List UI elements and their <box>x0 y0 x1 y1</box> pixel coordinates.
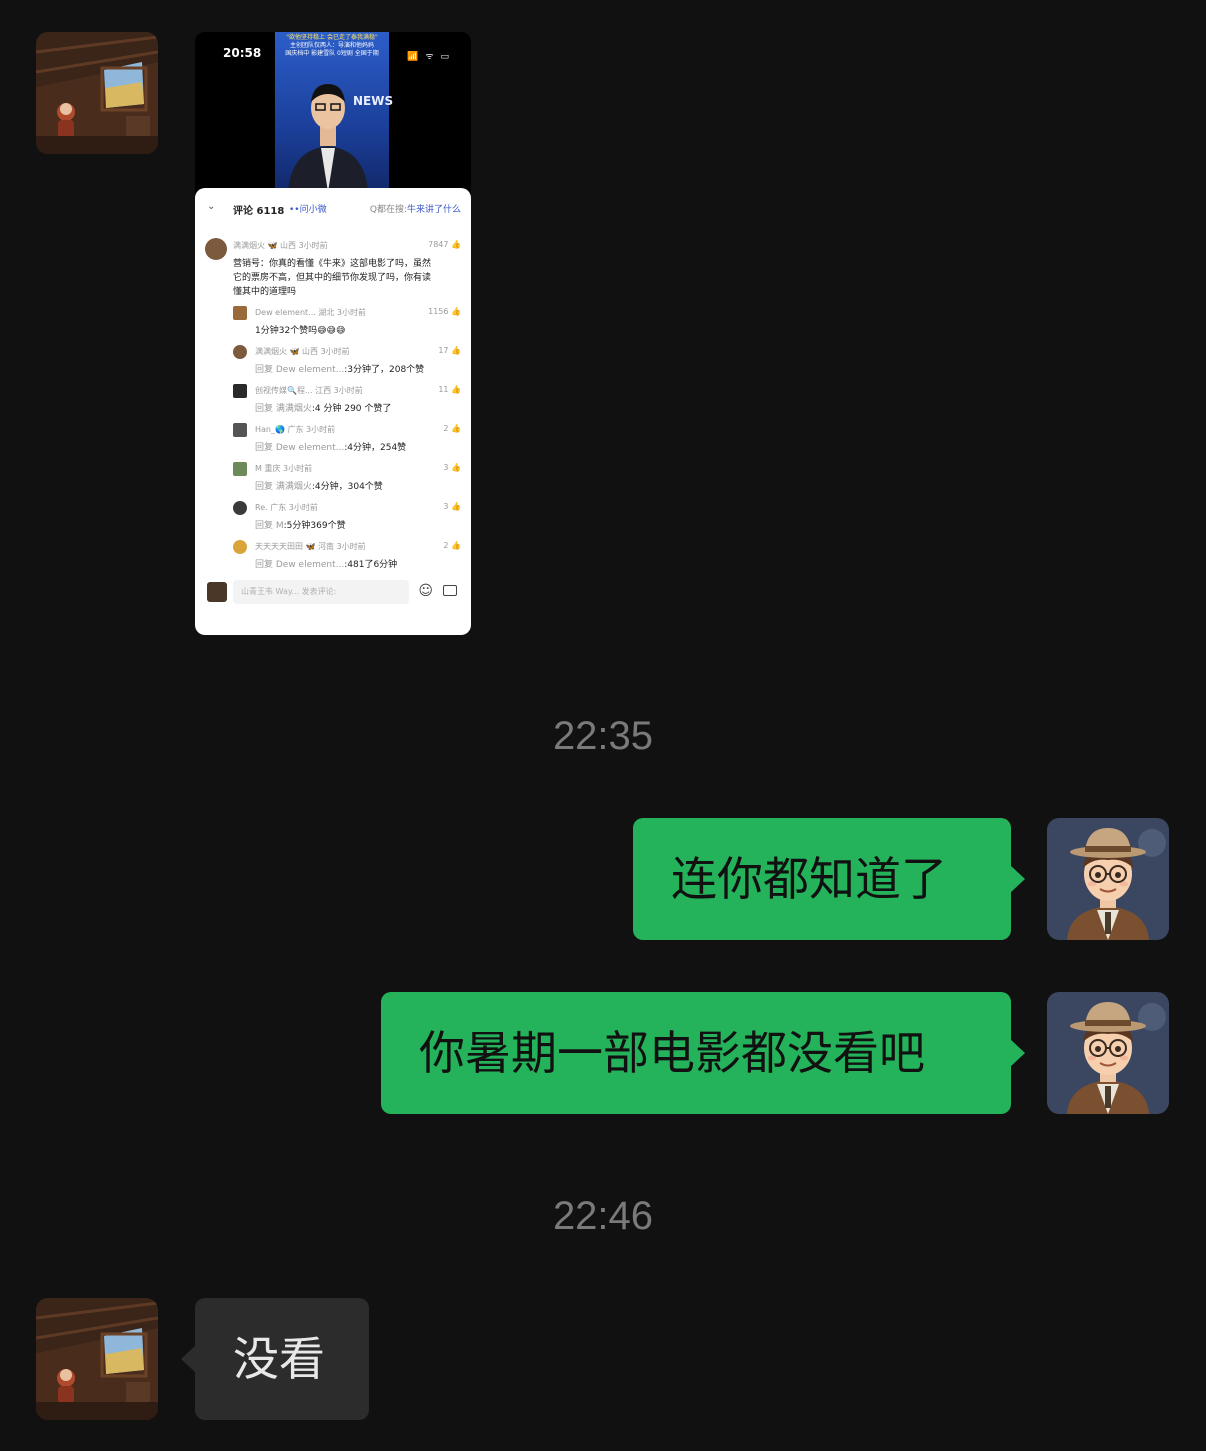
replier-avatar[interactable] <box>233 462 247 476</box>
reply-text: 回复 Dew element...:4分钟，254赞 <box>255 440 406 453</box>
commenter-avatar[interactable] <box>205 238 227 260</box>
reply-body: 1分钟32个赞吗😅😅😅 <box>255 326 346 336</box>
reply-likes[interactable]: 17 👍 <box>438 346 461 355</box>
reply-item[interactable]: Dew element... 湖北 3小时前 1156 👍 1分钟32个赞吗😅😅… <box>233 306 461 338</box>
reply-meta: Re. 广东 3小时前 <box>255 503 318 512</box>
reply-body: :4分钟，304个赞 <box>311 482 383 492</box>
chat-timestamp: 22:35 <box>552 714 654 758</box>
video-headline: "欲他坚持稳上 会已走了泰我满稳" 主创团队仅两人：导演和他妈妈 国庆档中 影建… <box>275 34 389 58</box>
reply-meta: 满满烟火 🦋 山西 3小时前 <box>255 347 350 356</box>
search-prefix: Q都在搜: <box>369 205 407 215</box>
comment-meta: 满满烟火 🦋 山西 3小时前 <box>233 241 328 250</box>
replier-avatar[interactable] <box>233 306 247 320</box>
contact-avatar[interactable] <box>36 1298 158 1420</box>
reply-item[interactable]: Re. 广东 3小时前 3 👍 回复 M:5分钟369个赞 <box>233 501 461 533</box>
ask-xiaowei-link[interactable]: ••问小微 <box>289 202 327 215</box>
reply-likes[interactable]: 3 👍 <box>443 463 461 472</box>
news-broadcast-frame: "欲他坚持稳上 会已走了泰我满稳" 主创团队仅两人：导演和他妈妈 国庆档中 影建… <box>275 32 393 192</box>
replier-avatar[interactable] <box>233 384 247 398</box>
reply-meta: M 重庆 3小时前 <box>255 464 313 473</box>
comment-input[interactable]: 山青王韦 Way... 发表评论: <box>233 580 409 604</box>
comments-panel: ⌄ 评论 6118 ••问小微 Q都在搜:牛来讲了什么 满满烟火 🦋 山西 3小… <box>195 188 471 635</box>
cartoon-man-hat-avatar-icon <box>1047 818 1169 940</box>
reply-text: 回复 满满烟火:4分钟，304个赞 <box>255 479 383 492</box>
top-comment[interactable]: 满满烟火 🦋 山西 3小时前 7847 👍 营销号：你真的看懂《牛来》这部电影了… <box>205 238 461 298</box>
reply-item[interactable]: 创视传媒🔍程... 江西 3小时前 11 👍 回复 满满烟火:4 分钟 290 … <box>233 384 461 416</box>
received-message-bubble[interactable]: 没看 <box>181 1298 369 1420</box>
reply-text: 1分钟32个赞吗😅😅😅 <box>255 323 345 336</box>
chevron-down-icon[interactable]: ⌄ <box>207 201 215 212</box>
attic-scene-avatar-icon <box>36 32 158 154</box>
reply-body: :481了6分钟 <box>344 560 398 570</box>
reply-likes[interactable]: 11 👍 <box>438 385 461 394</box>
replier-avatar[interactable] <box>233 345 247 359</box>
cartoon-man-hat-avatar-icon <box>1047 992 1169 1114</box>
comment-text-line: 营销号：你真的看懂《牛来》这部电影了吗，虽然 <box>233 259 432 269</box>
sent-message-bubble[interactable]: 你暑期一部电影都没看吧 <box>381 992 1025 1114</box>
reply-body: :5分钟369个赞 <box>283 521 346 531</box>
reply-body: :3分钟了，208个赞 <box>344 365 425 375</box>
reply-item[interactable]: Han_🌎 广东 3小时前 2 👍 回复 Dew element...:4分钟，… <box>233 423 461 455</box>
screenshot-image-message[interactable]: "欲他坚持稳上 会已走了泰我满稳" 主创团队仅两人：导演和他妈妈 国庆档中 影建… <box>195 32 471 635</box>
reply-item[interactable]: 满满烟火 🦋 山西 3小时前 17 👍 回复 Dew element...:3分… <box>233 345 461 377</box>
message-text: 你暑期一部电影都没看吧 <box>419 1026 925 1080</box>
reply-meta: 创视传媒🔍程... 江西 3小时前 <box>255 386 363 395</box>
reply-item[interactable]: 天天天天田田 🦋 河南 3小时前 2 👍 回复 Dew element...:4… <box>233 540 461 572</box>
comment-composer: 山青王韦 Way... 发表评论: ☺ <box>205 580 461 604</box>
headline-line: 主创团队仅两人：导演和他妈妈 <box>289 42 374 49</box>
reply-prefix: 回复 Dew element... <box>255 443 345 453</box>
reply-text: 回复 Dew element...:3分钟了，208个赞 <box>255 362 424 375</box>
contact-avatar[interactable] <box>36 32 158 154</box>
my-avatar[interactable] <box>1047 992 1169 1114</box>
reply-likes[interactable]: 2 👍 <box>443 541 461 550</box>
status-time: 20:58 <box>223 46 262 60</box>
reply-prefix: 回复 Dew element... <box>255 560 345 570</box>
reply-body: :4 分钟 290 个赞了 <box>311 404 392 414</box>
reply-meta: Dew element... 湖北 3小时前 <box>255 308 366 317</box>
comment-text-line: 懂其中的道理吗 <box>233 287 297 297</box>
search-suggestion[interactable]: Q都在搜:牛来讲了什么 <box>370 202 461 215</box>
replier-avatar[interactable] <box>233 501 247 515</box>
headline-line: 国庆档中 影建雪队 0短剧 全国于期 <box>285 50 379 57</box>
news-label: NEWS <box>353 94 394 108</box>
reply-item[interactable]: M 重庆 3小时前 3 👍 回复 满满烟火:4分钟，304个赞 <box>233 462 461 494</box>
sent-message-bubble[interactable]: 连你都知道了 <box>633 818 1025 940</box>
reply-likes[interactable]: 1156 👍 <box>428 307 461 316</box>
comment-text-line: 它的票房不高，但其中的细节你发现了吗，你有读 <box>233 273 432 283</box>
comments-header: ⌄ 评论 6118 ••问小微 Q都在搜:牛来讲了什么 <box>205 201 461 217</box>
chat-timestamp: 22:46 <box>552 1194 654 1238</box>
status-icons: 📶 ᯤ ▭ <box>407 52 451 62</box>
image-icon[interactable] <box>443 585 457 596</box>
search-term: 牛来讲了什么 <box>406 205 461 215</box>
my-avatar[interactable] <box>1047 818 1169 940</box>
reply-text: 回复 M:5分钟369个赞 <box>255 518 346 531</box>
reply-likes[interactable]: 2 👍 <box>443 424 461 433</box>
comment-count: 评论 6118 <box>233 206 285 217</box>
my-avatar-small <box>207 582 227 602</box>
attic-scene-avatar-icon <box>36 1298 158 1420</box>
video-frame: "欲他坚持稳上 会已走了泰我满稳" 主创团队仅两人：导演和他妈妈 国庆档中 影建… <box>195 32 471 192</box>
replier-avatar[interactable] <box>233 423 247 437</box>
message-text: 连你都知道了 <box>671 852 947 906</box>
reply-meta: 天天天天田田 🦋 河南 3小时前 <box>255 542 366 551</box>
reply-text: 回复 满满烟火:4 分钟 290 个赞了 <box>255 401 391 414</box>
news-anchor-icon <box>288 84 368 192</box>
reply-text: 回复 Dew element...:481了6分钟 <box>255 557 397 570</box>
reply-prefix: 回复 M <box>255 521 284 531</box>
replier-avatar[interactable] <box>233 540 247 554</box>
message-text: 没看 <box>233 1332 325 1386</box>
reply-body: :4分钟，254赞 <box>344 443 407 453</box>
reply-prefix: 回复 满满烟火 <box>255 482 312 492</box>
emoji-icon[interactable]: ☺ <box>418 583 433 599</box>
reply-meta: Han_🌎 广东 3小时前 <box>255 425 336 434</box>
reply-likes[interactable]: 3 👍 <box>443 502 461 511</box>
reply-prefix: 回复 Dew element... <box>255 365 345 375</box>
headline-line: "欲他坚持稳上 会已走了泰我满稳" <box>286 34 378 41</box>
comment-likes[interactable]: 7847 👍 <box>428 240 461 249</box>
reply-prefix: 回复 满满烟火 <box>255 404 312 414</box>
